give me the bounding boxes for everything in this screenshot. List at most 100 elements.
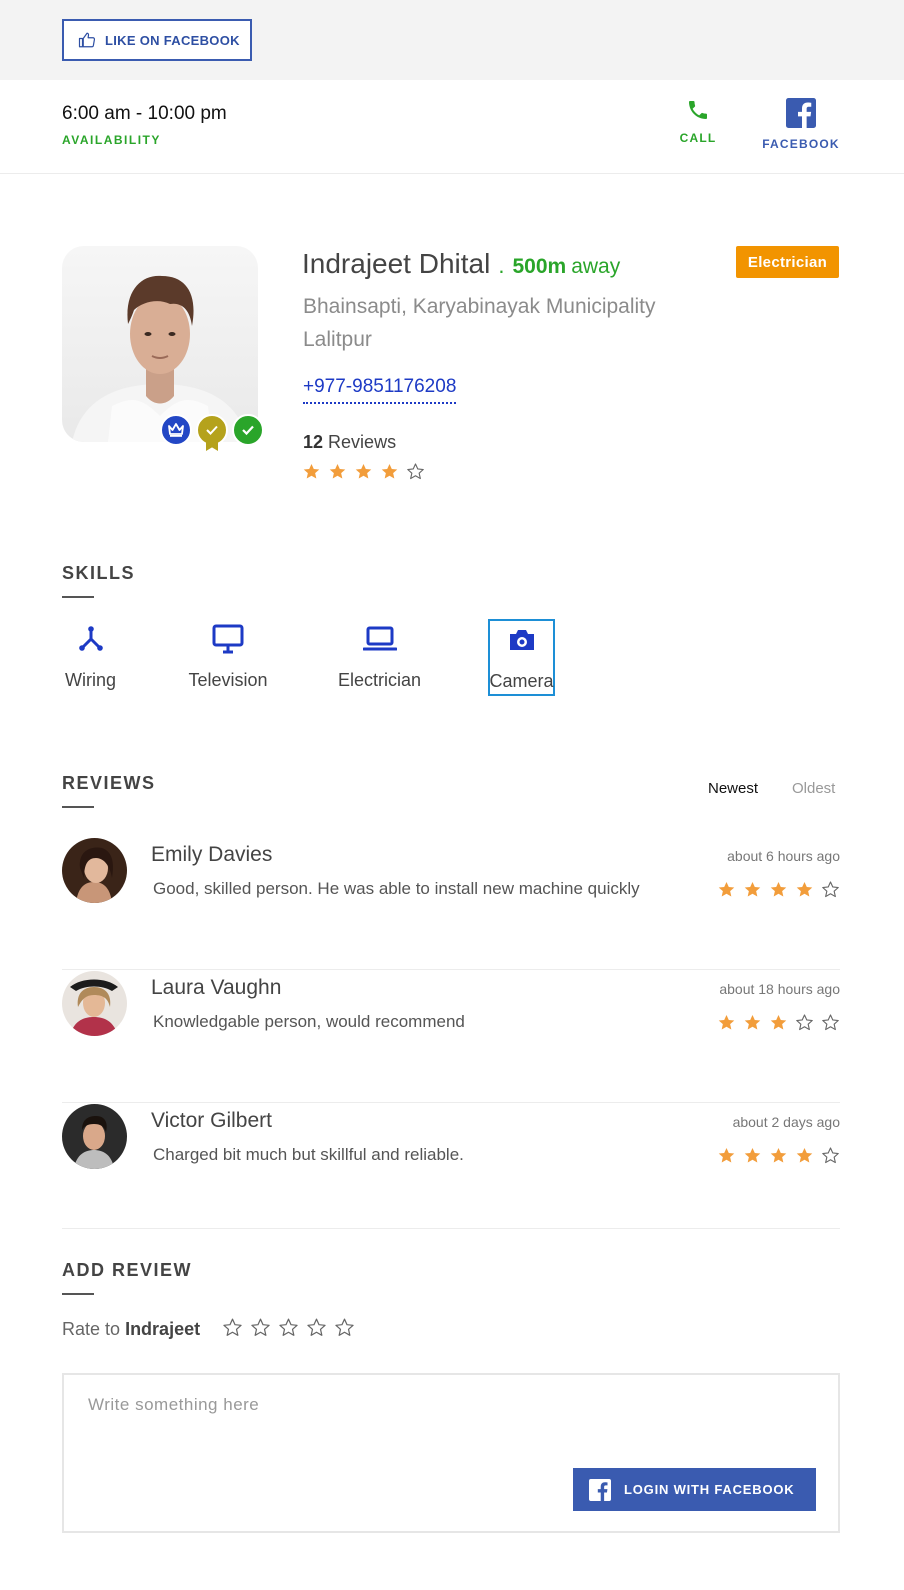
star-empty-icon[interactable] xyxy=(306,1317,327,1338)
availability-hours: 6:00 am - 10:00 pm xyxy=(62,103,227,124)
top-bar: LIKE ON FACEBOOK xyxy=(0,0,904,80)
star-filled-icon xyxy=(796,1147,813,1163)
sort-newest-button[interactable]: Newest xyxy=(708,780,758,797)
crown-badge-icon xyxy=(160,414,192,446)
facebook-button[interactable]: FACEBOOK xyxy=(760,98,842,151)
star-filled-icon xyxy=(718,1014,735,1030)
distance-value: 500m xyxy=(512,255,567,278)
info-bar: 6:00 am - 10:00 pm AVAILABILITY CALL FAC… xyxy=(0,80,904,174)
phone-icon xyxy=(689,101,707,119)
category-badge: Electrician xyxy=(736,246,839,278)
verified-badge-icon xyxy=(232,414,264,446)
profile-address: Bhainsapti, Karyabinayak Municipality La… xyxy=(303,290,723,356)
star-filled-icon xyxy=(381,463,398,479)
address-line-1: Bhainsapti, Karyabinayak Municipality xyxy=(303,295,656,318)
reviews-title: REVIEWS xyxy=(62,773,156,808)
review-rating-stars xyxy=(717,1013,840,1032)
star-filled-icon xyxy=(718,1147,735,1163)
thumbs-up-icon xyxy=(78,32,96,48)
star-filled-icon xyxy=(303,463,320,479)
like-on-facebook-button[interactable]: LIKE ON FACEBOOK xyxy=(62,19,252,61)
facebook-label: FACEBOOK xyxy=(762,137,840,151)
profile-name: Indrajeet Dhital xyxy=(302,248,491,279)
skill-television[interactable]: Television xyxy=(185,620,271,691)
review-count-value: 12 xyxy=(303,432,324,452)
review-time: about 6 hours ago xyxy=(727,848,840,864)
reviewer-avatar xyxy=(62,838,127,903)
address-line-2: Lalitpur xyxy=(303,328,372,351)
review-rating-stars xyxy=(717,880,840,899)
star-empty-icon xyxy=(796,1014,813,1031)
profile-name-row: Indrajeet Dhital . 500m away xyxy=(302,248,620,280)
star-filled-icon xyxy=(329,463,346,479)
reviewer-avatar xyxy=(62,971,127,1036)
profile-avatar xyxy=(62,246,258,442)
star-empty-icon[interactable] xyxy=(278,1317,299,1338)
star-empty-icon xyxy=(822,1147,839,1164)
login-with-facebook-button[interactable]: LOGIN WITH FACEBOOK xyxy=(573,1468,816,1511)
star-filled-icon xyxy=(355,463,372,479)
call-label: CALL xyxy=(679,131,717,145)
like-on-facebook-label: LIKE ON FACEBOOK xyxy=(105,32,240,48)
medal-badge-icon xyxy=(196,414,228,446)
star-filled-icon xyxy=(770,1014,787,1030)
name-separator: . xyxy=(498,253,505,278)
star-filled-icon xyxy=(770,881,787,897)
add-review-title: ADD REVIEW xyxy=(62,1260,193,1295)
medal-ribbon xyxy=(206,442,218,451)
laptop-icon xyxy=(362,626,397,651)
profile-rating-stars xyxy=(302,462,425,481)
phone-link[interactable]: +977-9851176208 xyxy=(303,376,457,404)
review-item: Emily Davies Good, skilled person. He wa… xyxy=(62,838,840,970)
rate-label: Rate to Indrajeet xyxy=(62,1319,200,1340)
skill-electrician[interactable]: Electrician xyxy=(334,620,425,691)
facebook-icon xyxy=(589,1478,611,1501)
facebook-icon xyxy=(786,98,816,128)
skill-label: Electrician xyxy=(337,670,422,690)
review-text: Charged bit much but skillful and reliab… xyxy=(153,1145,464,1164)
skill-camera[interactable]: Camera xyxy=(488,619,555,696)
review-time: about 18 hours ago xyxy=(719,981,840,997)
skill-label: Camera xyxy=(489,671,554,691)
review-time: about 2 days ago xyxy=(732,1114,840,1130)
rate-prefix: Rate to xyxy=(62,1319,121,1339)
star-filled-icon xyxy=(796,881,813,897)
profile-photo xyxy=(72,275,248,442)
star-empty-icon[interactable] xyxy=(222,1317,243,1338)
reviewer-name: Emily Davies xyxy=(151,843,273,866)
star-filled-icon xyxy=(718,881,735,897)
review-placeholder: Write something here xyxy=(88,1395,260,1414)
star-empty-icon[interactable] xyxy=(250,1317,271,1338)
camera-icon xyxy=(509,630,534,650)
reviewer-name: Victor Gilbert xyxy=(151,1109,272,1132)
skill-label: Television xyxy=(188,670,268,690)
wiring-icon xyxy=(78,626,103,651)
review-text: Knowledgable person, would recommend xyxy=(153,1012,465,1031)
reviewer-avatar xyxy=(62,1104,127,1169)
star-filled-icon xyxy=(744,1147,761,1163)
star-filled-icon xyxy=(744,881,761,897)
review-item: Victor Gilbert Charged bit much but skil… xyxy=(62,1104,840,1229)
profile-avatar-wrapper xyxy=(62,246,264,451)
skills-title: SKILLS xyxy=(62,563,136,598)
review-item: Laura Vaughn Knowledgable person, would … xyxy=(62,971,840,1103)
availability-label: AVAILABILITY xyxy=(62,133,161,147)
star-empty-icon xyxy=(822,881,839,898)
rate-star-input[interactable] xyxy=(222,1317,355,1338)
review-textarea[interactable]: Write something here LOGIN WITH FACEBOOK xyxy=(62,1373,840,1533)
star-filled-icon xyxy=(770,1147,787,1163)
rate-name: Indrajeet xyxy=(125,1319,201,1339)
star-filled-icon xyxy=(744,1014,761,1030)
star-empty-icon xyxy=(822,1014,839,1031)
star-empty-icon xyxy=(407,463,424,480)
sort-oldest-button[interactable]: Oldest xyxy=(792,780,835,797)
skill-wiring[interactable]: Wiring xyxy=(62,620,119,691)
login-with-facebook-label: LOGIN WITH FACEBOOK xyxy=(624,1482,795,1497)
star-empty-icon[interactable] xyxy=(334,1317,355,1338)
review-count: 12 Reviews xyxy=(303,432,396,453)
skill-label: Wiring xyxy=(64,670,116,690)
review-text: Good, skilled person. He was able to ins… xyxy=(153,879,640,898)
call-button[interactable]: CALL xyxy=(676,98,720,145)
reviewer-name: Laura Vaughn xyxy=(151,976,282,999)
review-rating-stars xyxy=(717,1146,840,1165)
